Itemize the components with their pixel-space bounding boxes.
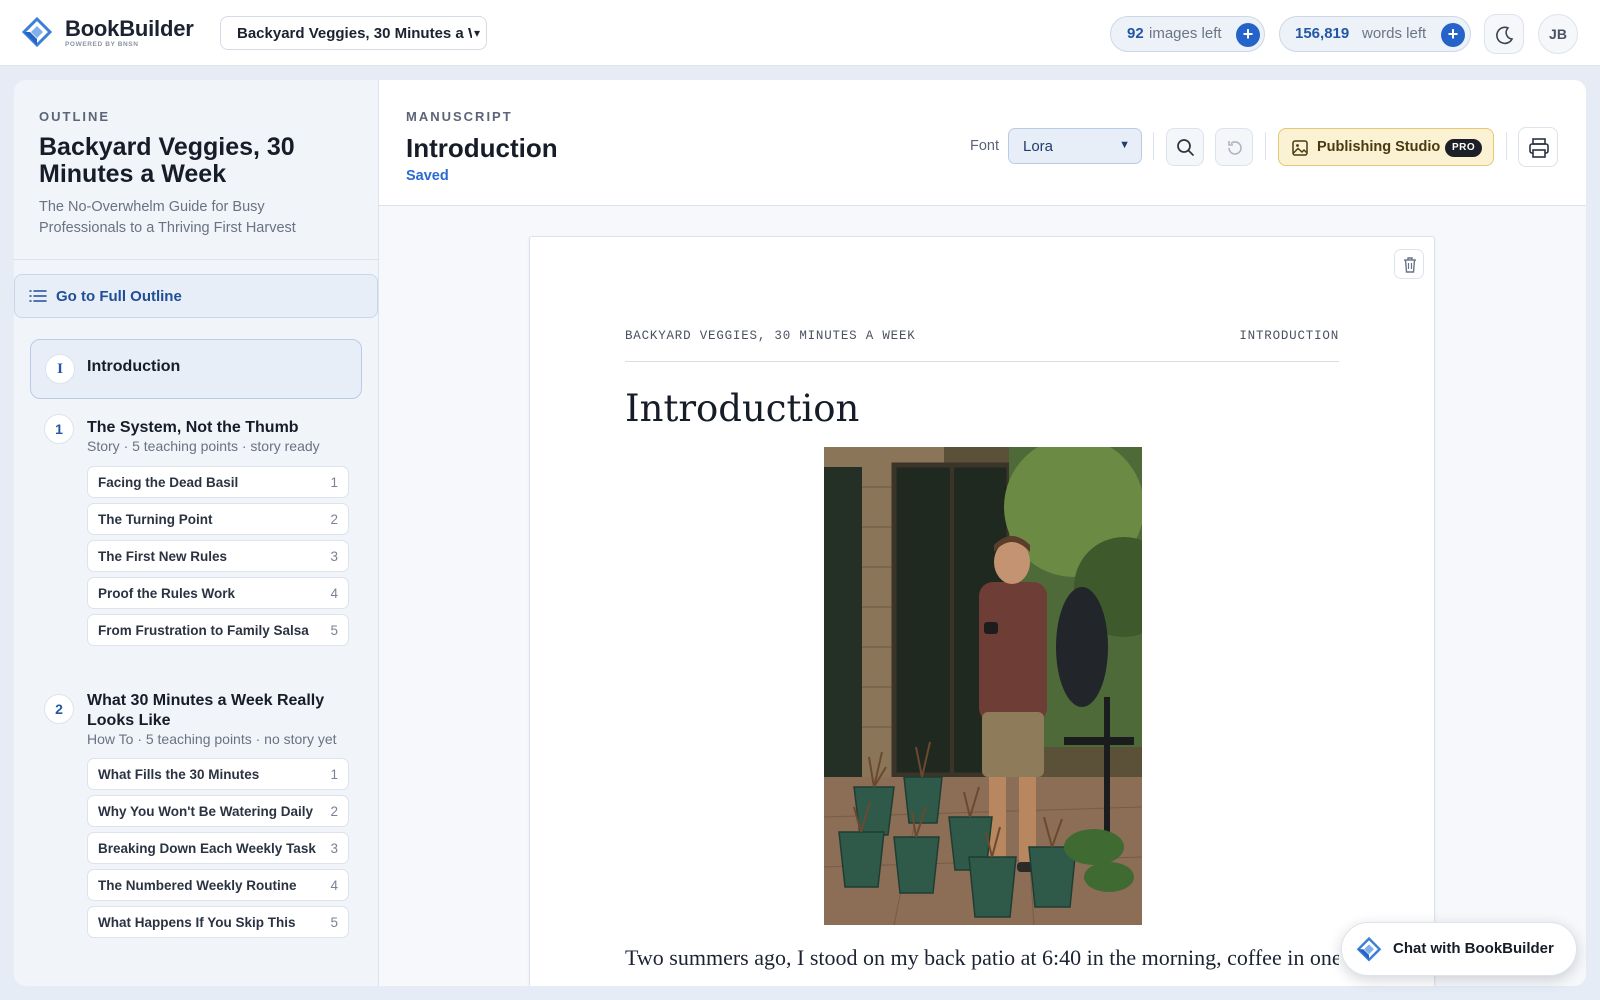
logo-icon xyxy=(1356,937,1382,962)
go-to-full-outline-button[interactable]: Go to Full Outline xyxy=(14,274,378,318)
chevron-down-icon: ▾ xyxy=(473,26,480,40)
history-icon xyxy=(1228,141,1242,155)
search-icon xyxy=(1177,139,1194,156)
brand-name: BookBuilder xyxy=(65,16,194,41)
teaching-point-label: The First New Rules xyxy=(98,549,228,564)
book-subtitle: The No-Overwhelm Guide for Busy Professi… xyxy=(39,199,296,236)
list-icon xyxy=(29,290,47,302)
teaching-point[interactable]: Why You Won't Be Watering Daily 2 xyxy=(87,795,349,827)
delete-button[interactable] xyxy=(1394,249,1424,279)
teaching-point-number: 2 xyxy=(330,512,338,527)
images-left-count: 92 xyxy=(1127,25,1144,42)
teaching-point[interactable]: Breaking Down Each Weekly Task 3 xyxy=(87,832,349,864)
chapter-title[interactable]: The System, Not the Thumb xyxy=(87,418,349,438)
chapter-meta: Story · 5 teaching points · story ready xyxy=(87,438,320,454)
save-status: Saved xyxy=(406,168,449,184)
teaching-point-label: From Frustration to Family Salsa xyxy=(98,623,309,638)
chat-with-bookbuilder-button[interactable]: Chat with BookBuilder xyxy=(1341,922,1577,976)
user-avatar[interactable]: JB xyxy=(1538,14,1578,54)
teaching-point-label: Breaking Down Each Weekly Task xyxy=(98,841,316,856)
book-select[interactable]: Backyard Veggies, 30 Minutes a Week ▾ xyxy=(220,16,487,50)
chapter-title[interactable]: What 30 Minutes a Week Really Looks Like xyxy=(87,691,349,731)
font-select-value: Lora xyxy=(1023,138,1054,155)
chapter-illustration[interactable] xyxy=(824,447,1142,925)
chevron-down-icon: ▼ xyxy=(1119,139,1130,151)
words-quota: 156,819 words left + xyxy=(1279,16,1471,52)
images-left-label: images left xyxy=(1149,25,1222,42)
top-bar: BookBuilder POWERED BY BNSN Backyard Veg… xyxy=(0,0,1600,66)
teaching-point[interactable]: What Happens If You Skip This 5 xyxy=(87,906,349,938)
chat-label: Chat with BookBuilder xyxy=(1393,940,1554,957)
divider xyxy=(1265,132,1266,160)
image-icon xyxy=(1292,140,1308,156)
teaching-point-number: 4 xyxy=(330,878,338,893)
teaching-point-number: 5 xyxy=(330,623,338,638)
teaching-point-number: 4 xyxy=(330,586,338,601)
intro-badge: I xyxy=(45,354,75,384)
teaching-point-number: 3 xyxy=(330,549,338,564)
intro-label: Introduction xyxy=(87,358,181,375)
history-button[interactable] xyxy=(1215,128,1253,166)
outline-item-introduction[interactable]: I Introduction xyxy=(30,339,362,399)
font-label: Font xyxy=(970,138,1000,154)
manuscript-panel: MANUSCRIPT Introduction Saved Font Lora … xyxy=(379,80,1586,986)
teaching-point[interactable]: The First New Rules 3 xyxy=(87,540,349,572)
teaching-point-label: The Numbered Weekly Routine xyxy=(98,878,297,893)
moon-icon xyxy=(1496,26,1514,45)
go-to-full-outline-label: Go to Full Outline xyxy=(56,288,182,305)
teaching-point[interactable]: From Frustration to Family Salsa 5 xyxy=(87,614,349,646)
chapter-number: 2 xyxy=(44,694,74,724)
teaching-point[interactable]: What Fills the 30 Minutes 1 xyxy=(87,758,349,790)
logo-icon[interactable] xyxy=(22,17,52,49)
teaching-point-number: 1 xyxy=(330,767,338,782)
teaching-point-number: 3 xyxy=(330,841,338,856)
divider xyxy=(1506,132,1507,160)
page-body-text: Two summers ago, I stood on my back pati… xyxy=(625,945,1339,970)
add-words-plus-icon[interactable]: + xyxy=(1441,23,1465,47)
page-heading: Introduction xyxy=(625,387,860,430)
manuscript-eyebrow: MANUSCRIPT xyxy=(406,109,513,124)
outline-header: OUTLINE Backyard Veggies, 30 Minutes a W… xyxy=(14,80,378,260)
teaching-point-label: Facing the Dead Basil xyxy=(98,475,239,490)
manuscript-title: Introduction xyxy=(406,133,558,163)
search-button[interactable] xyxy=(1166,128,1204,166)
theme-toggle-button[interactable] xyxy=(1484,14,1524,54)
printer-icon xyxy=(1529,138,1549,158)
powered-by: POWERED BY BNSN xyxy=(65,41,139,48)
teaching-point-number: 5 xyxy=(330,915,338,930)
outline-sidebar: OUTLINE Backyard Veggies, 30 Minutes a W… xyxy=(14,80,379,986)
teaching-point[interactable]: The Numbered Weekly Routine 4 xyxy=(87,869,349,901)
words-left-count: 156,819 xyxy=(1295,25,1350,42)
book-select-value: Backyard Veggies, 30 Minutes a Week xyxy=(237,25,472,42)
running-header-right: INTRODUCTION xyxy=(1239,329,1339,343)
words-left-label: words left xyxy=(1362,25,1427,42)
teaching-point-label: Proof the Rules Work xyxy=(98,586,236,601)
manuscript-header: MANUSCRIPT Introduction Saved Font Lora … xyxy=(379,80,1586,206)
chapter-meta: How To · 5 teaching points · no story ye… xyxy=(87,731,337,747)
teaching-point-number: 1 xyxy=(330,475,338,490)
teaching-point[interactable]: The Turning Point 2 xyxy=(87,503,349,535)
add-images-plus-icon[interactable]: + xyxy=(1236,23,1260,47)
manuscript-page: BACKYARD VEGGIES, 30 MINUTES A WEEK INTR… xyxy=(529,236,1435,986)
trash-icon xyxy=(1404,257,1416,273)
chapter-number: 1 xyxy=(44,414,74,444)
running-header-left: BACKYARD VEGGIES, 30 MINUTES A WEEK xyxy=(625,329,916,343)
teaching-point[interactable]: Facing the Dead Basil 1 xyxy=(87,466,349,498)
publishing-studio-label: Publishing Studio xyxy=(1317,139,1441,155)
running-header-rule xyxy=(625,361,1339,362)
font-select[interactable]: Lora ▼ xyxy=(1008,128,1142,164)
publishing-studio-button[interactable]: Publishing Studio PRO xyxy=(1278,128,1494,166)
book-title: Backyard Veggies, 30 Minutes a Week xyxy=(39,133,295,188)
print-button[interactable] xyxy=(1518,127,1558,167)
teaching-point-label: Why You Won't Be Watering Daily xyxy=(98,804,313,819)
divider xyxy=(1153,132,1154,160)
pro-badge: PRO xyxy=(1445,139,1483,157)
teaching-point-label: What Happens If You Skip This xyxy=(98,915,296,930)
teaching-point-label: The Turning Point xyxy=(98,512,213,527)
outline-eyebrow: OUTLINE xyxy=(39,109,111,124)
teaching-point-label: What Fills the 30 Minutes xyxy=(98,767,260,782)
teaching-point-number: 2 xyxy=(330,804,338,819)
teaching-point[interactable]: Proof the Rules Work 4 xyxy=(87,577,349,609)
images-quota: 92 images left + xyxy=(1110,16,1265,52)
